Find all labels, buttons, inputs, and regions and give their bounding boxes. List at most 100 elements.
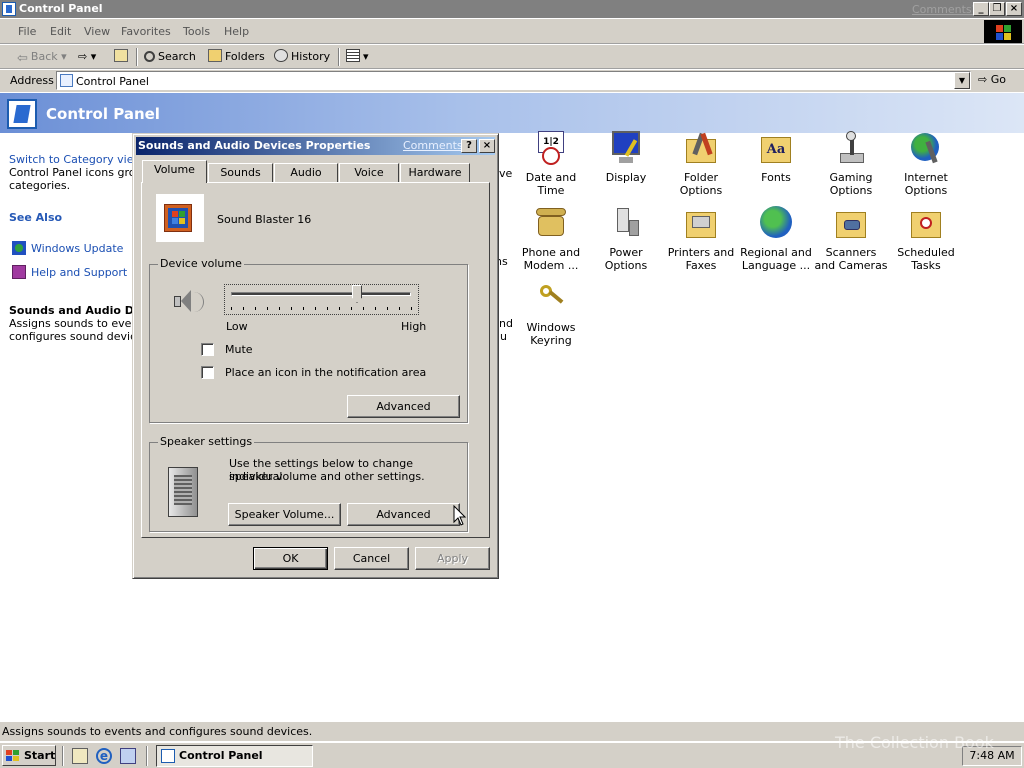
speaker-volume-button[interactable]: Speaker Volume... — [228, 503, 341, 526]
partial-icon-label: ve — [499, 167, 513, 180]
taskbar: Start e Control Panel 7:48 AM — [0, 742, 1024, 768]
icon-label: Date and Time — [525, 171, 577, 197]
icon-fonts[interactable]: Aa Fonts — [739, 131, 813, 184]
ok-button[interactable]: OK — [253, 547, 328, 570]
slider-tick — [387, 307, 388, 310]
icon-date-and-time[interactable]: 1|2 Date and Time — [514, 131, 588, 197]
help-support-link[interactable]: Help and Support — [12, 265, 127, 279]
icon-scheduled-tasks[interactable]: Scheduled Tasks — [889, 206, 963, 272]
comments-link[interactable]: Comments? — [912, 3, 977, 16]
help-button[interactable]: ? — [461, 139, 477, 153]
menu-edit[interactable]: Edit — [50, 25, 71, 38]
icon-gaming-options[interactable]: Gaming Options — [814, 131, 888, 197]
control-panel-icon — [161, 749, 175, 763]
tab-sounds[interactable]: Sounds — [208, 163, 273, 183]
device-advanced-button[interactable]: Advanced — [347, 395, 460, 418]
icon-scanners-and-cameras[interactable]: Scanners and Cameras — [814, 206, 888, 272]
printer-folder-icon — [684, 206, 718, 240]
icon-label: Phone and Modem ... — [521, 246, 581, 272]
close-window-button[interactable]: × — [1006, 2, 1022, 16]
start-button[interactable]: Start — [2, 745, 56, 766]
mute-label[interactable]: Mute — [225, 343, 253, 356]
minimize-button[interactable]: _ — [973, 2, 989, 16]
control-panel-icon — [7, 99, 37, 129]
tab-volume[interactable]: Volume — [142, 160, 207, 183]
up-folder-icon — [114, 49, 128, 62]
toolbar-separator — [338, 48, 340, 66]
icon-label: Scanners and Cameras — [814, 246, 888, 272]
window-title: Control Panel — [19, 2, 103, 15]
restore-button[interactable]: ❐ — [989, 2, 1005, 16]
icon-phone-and-modem[interactable]: Phone and Modem ... — [514, 206, 588, 272]
icon-power-options[interactable]: Power Options — [589, 206, 663, 272]
menu-help[interactable]: Help — [224, 25, 249, 38]
tab-audio[interactable]: Audio — [274, 163, 338, 183]
folders-button[interactable]: Folders — [208, 49, 265, 65]
menu-file[interactable]: File — [18, 25, 36, 38]
icon-printers-and-faxes[interactable]: Printers and Faxes — [664, 206, 738, 272]
address-value: Control Panel — [76, 75, 149, 88]
speaker-description-2: speaker volume and other settings. — [229, 470, 425, 483]
menu-tools[interactable]: Tools — [183, 25, 210, 38]
show-desktop-icon[interactable] — [72, 748, 88, 764]
search-button[interactable]: Search — [144, 49, 196, 65]
toolbar-separator — [136, 48, 138, 66]
close-dialog-button[interactable]: × — [479, 139, 495, 153]
power-plug-icon — [609, 206, 643, 240]
icon-regional-and-language[interactable]: Regional and Language ... — [739, 206, 813, 272]
forward-button[interactable]: ⇨ ▾ — [78, 49, 96, 65]
notification-icon-label[interactable]: Place an icon in the notification area — [225, 366, 426, 379]
up-folder-button[interactable] — [114, 49, 131, 65]
taskbar-item-control-panel[interactable]: Control Panel — [156, 745, 313, 767]
icon-label: Internet Options — [904, 171, 948, 197]
icon-label: Display — [605, 171, 647, 184]
volume-high-label: High — [401, 320, 427, 333]
window-title-bar[interactable]: Control Panel Comments? _ ❐ × — [0, 0, 1024, 18]
windows-logo-icon — [984, 20, 1022, 43]
menu-favorites[interactable]: Favorites — [121, 25, 171, 38]
cancel-button[interactable]: Cancel — [334, 547, 409, 570]
back-button[interactable]: ⇦ Back ▾ — [17, 49, 67, 66]
icon-internet-options[interactable]: Internet Options — [889, 131, 963, 197]
speaker-advanced-button[interactable]: Advanced — [347, 503, 460, 526]
search-label: Search — [158, 50, 196, 63]
address-dropdown-button[interactable]: ▼ — [954, 72, 970, 89]
slider-tick — [303, 307, 304, 310]
slider-tick — [351, 307, 352, 310]
tab-hardware[interactable]: Hardware — [400, 163, 470, 183]
address-input[interactable]: Control Panel ▼ — [56, 71, 971, 90]
windows-update-link[interactable]: Windows Update — [12, 241, 123, 255]
internet-explorer-icon[interactable]: e — [96, 748, 112, 764]
help-book-icon — [12, 265, 26, 279]
icon-folder-options[interactable]: Folder Options — [664, 131, 738, 197]
tab-voice[interactable]: Voice — [339, 163, 399, 183]
mute-checkbox[interactable] — [201, 343, 214, 356]
volume-slider[interactable] — [224, 284, 419, 315]
slider-tick — [279, 307, 280, 310]
menu-view[interactable]: View — [84, 25, 110, 38]
apply-button[interactable]: Apply — [415, 547, 490, 570]
go-button[interactable]: ⇨ Go — [978, 73, 1006, 86]
forward-arrow-icon: ⇨ ▾ — [78, 50, 97, 63]
volume-low-label: Low — [226, 320, 248, 333]
volume-slider-thumb[interactable] — [352, 285, 362, 303]
media-player-icon[interactable] — [120, 748, 136, 764]
folders-icon — [208, 49, 222, 62]
slider-tick — [411, 307, 412, 310]
slider-tick — [255, 307, 256, 310]
dialog-title: Sounds and Audio Devices Properties — [138, 139, 371, 152]
slider-tick — [243, 307, 244, 310]
icon-label: Gaming Options — [829, 171, 873, 197]
switch-description-1: Control Panel icons group — [9, 166, 150, 179]
switch-category-link[interactable]: Switch to Category view — [9, 153, 142, 166]
notification-icon-checkbox[interactable] — [201, 366, 214, 379]
clock[interactable]: 7:48 AM — [962, 746, 1022, 766]
history-button[interactable]: History — [274, 49, 330, 65]
dialog-title-bar[interactable]: Sounds and Audio Devices Properties Comm… — [136, 137, 495, 155]
dialog-comments-link[interactable]: Comments? — [403, 139, 468, 152]
views-button[interactable]: ▾ — [346, 49, 369, 65]
icon-windows-keyring[interactable]: Windows Keyring — [514, 281, 588, 347]
joystick-icon — [834, 131, 868, 165]
slider-tick — [327, 307, 328, 310]
icon-display[interactable]: Display — [589, 131, 663, 184]
